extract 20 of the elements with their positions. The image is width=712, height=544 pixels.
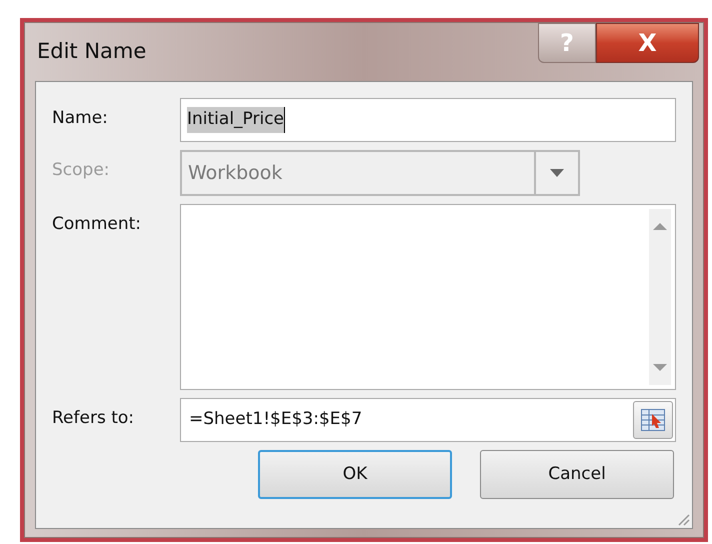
field-label: Comment: [52,213,142,236]
refers-to-field[interactable]: =Sheet1!$E$3:$E$7 [180,398,676,442]
field-label: Refers to: [52,407,135,430]
comment-field[interactable] [180,204,676,390]
field-value: =Sheet1!$E$3:$E$7 [189,408,364,432]
dropdown-value: Workbook [187,160,284,186]
scroll-down-icon[interactable] [653,364,667,371]
field-label: Scope: [52,159,111,182]
resize-grip-icon[interactable] [676,512,690,526]
grid-arrow-icon [641,409,665,431]
close-button[interactable]: X [596,23,699,63]
scroll-up-icon[interactable] [653,223,667,230]
scrollbar[interactable] [649,209,671,385]
name-field[interactable]: Initial_Price [180,98,676,142]
cancel-button[interactable]: Cancel [480,450,674,499]
ok-button[interactable]: OK [258,450,452,499]
field-label: Name: [52,107,109,130]
range-select-button[interactable] [633,401,673,439]
window-title: Edit Name [37,38,146,66]
selected-text: Initial_Price [187,107,286,133]
